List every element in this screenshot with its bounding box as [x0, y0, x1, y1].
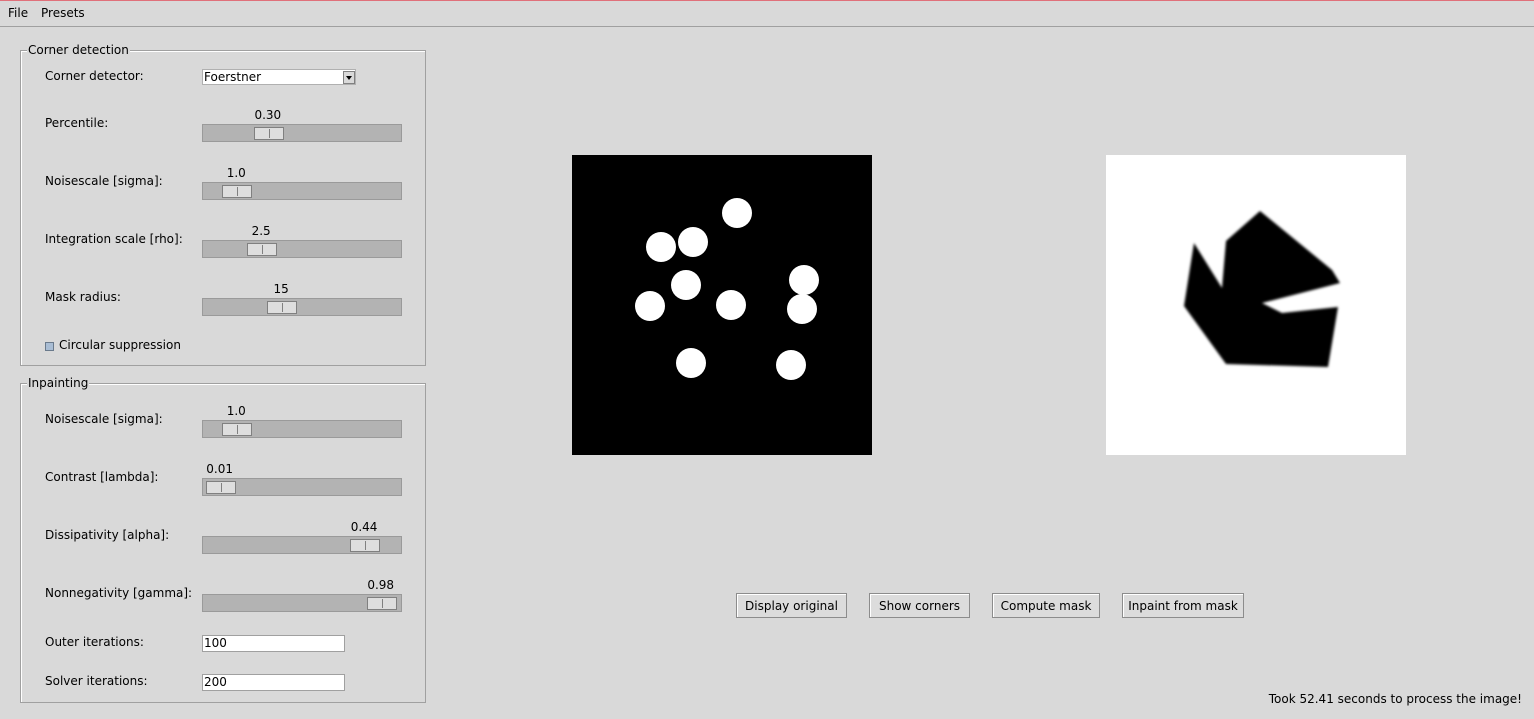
corner-detector-label: Corner detector: [45, 69, 144, 83]
contrast-label: Contrast [lambda]: [45, 470, 159, 484]
chevron-down-icon[interactable] [343, 71, 355, 84]
dissipativity-slider[interactable]: 0.44 [202, 520, 403, 556]
mask-radius-slider[interactable]: 15 [202, 282, 403, 318]
solver-iterations-label: Solver iterations: [45, 674, 148, 688]
nonnegativity-value: 0.98 [367, 578, 395, 592]
mask-dot [635, 291, 665, 321]
integration-scale-track[interactable] [202, 240, 402, 258]
percentile-value: 0.30 [254, 108, 282, 122]
inpainting-group: Inpainting Noisescale [sigma]: 1.0 Contr… [20, 376, 426, 703]
dissipativity-track[interactable] [202, 536, 402, 554]
noisescale-track[interactable] [202, 182, 402, 200]
nonnegativity-track[interactable] [202, 594, 402, 612]
contrast-track[interactable] [202, 478, 402, 496]
compute-mask-button[interactable]: Compute mask [992, 593, 1100, 618]
mask-dot [789, 265, 819, 295]
percentile-label: Percentile: [45, 116, 109, 130]
circular-suppression-label[interactable]: Circular suppression [59, 338, 181, 352]
show-corners-button[interactable]: Show corners [869, 593, 970, 618]
display-original-button[interactable]: Display original [736, 593, 847, 618]
dissipativity-label: Dissipativity [alpha]: [45, 528, 170, 542]
status-text: Took 52.41 seconds to process the image! [1268, 692, 1522, 706]
inpainted-shape [1184, 211, 1340, 367]
integration-scale-value: 2.5 [251, 224, 271, 238]
inpaint-noisescale-track[interactable] [202, 420, 402, 438]
inpaint-noisescale-slider[interactable]: 1.0 [202, 404, 403, 440]
mask-dot [787, 294, 817, 324]
mask-dot [676, 348, 706, 378]
inpainting-title: Inpainting [27, 376, 90, 390]
corner-detector-select[interactable]: Foerstner [202, 69, 356, 85]
mask-image-svg [635, 198, 819, 380]
outer-iterations-field[interactable]: 100 [202, 635, 345, 652]
inpainted-image [1106, 155, 1406, 455]
mask-radius-label: Mask radius: [45, 290, 121, 304]
menu-file[interactable]: File [8, 6, 28, 20]
noisescale-label: Noisescale [sigma]: [45, 174, 163, 188]
dissipativity-value: 0.44 [350, 520, 378, 534]
inpainted-image-svg [1184, 211, 1340, 367]
outer-iterations-label: Outer iterations: [45, 635, 144, 649]
mask-radius-value: 15 [273, 282, 289, 296]
percentile-thumb[interactable] [253, 127, 284, 140]
noisescale-slider[interactable]: 1.0 [202, 166, 403, 202]
percentile-slider[interactable]: 0.30 [202, 108, 403, 144]
mask-dot [646, 232, 676, 262]
contrast-slider[interactable]: 0.01 [202, 462, 403, 498]
mask-radius-thumb[interactable] [267, 301, 298, 314]
mask-dot [678, 227, 708, 257]
noisescale-thumb[interactable] [222, 185, 253, 198]
corner-detection-title: Corner detection [27, 43, 130, 57]
mask-radius-track[interactable] [202, 298, 402, 316]
nonnegativity-slider[interactable]: 0.98 [202, 578, 403, 614]
percentile-track[interactable] [202, 124, 402, 142]
menu-presets[interactable]: Presets [41, 6, 85, 20]
mask-dot [722, 198, 752, 228]
integration-scale-slider[interactable]: 2.5 [202, 224, 403, 260]
dissipativity-thumb[interactable] [350, 539, 381, 552]
contrast-value: 0.01 [206, 462, 234, 476]
solver-iterations-field[interactable]: 200 [202, 674, 345, 691]
nonnegativity-thumb[interactable] [366, 597, 397, 610]
circular-suppression-checkbox[interactable] [45, 342, 54, 351]
noisescale-value: 1.0 [226, 166, 246, 180]
corner-detection-group: Corner detection Corner detector: Foerst… [20, 43, 426, 366]
contrast-thumb[interactable] [205, 481, 236, 494]
integration-scale-thumb[interactable] [247, 243, 278, 256]
nonnegativity-label: Nonnegativity [gamma]: [45, 586, 193, 600]
mask-dot [716, 290, 746, 320]
menu-bar: File Presets [0, 0, 1534, 27]
integration-scale-label: Integration scale [rho]: [45, 232, 183, 246]
inpaint-noisescale-value: 1.0 [226, 404, 246, 418]
mask-dot [776, 350, 806, 380]
inpaint-from-mask-button[interactable]: Inpaint from mask [1122, 593, 1244, 618]
corner-detector-value: Foerstner [204, 70, 262, 84]
inpaint-noisescale-thumb[interactable] [222, 423, 253, 436]
mask-image [572, 155, 872, 455]
mask-dot [671, 270, 701, 300]
inpaint-noisescale-label: Noisescale [sigma]: [45, 412, 163, 426]
